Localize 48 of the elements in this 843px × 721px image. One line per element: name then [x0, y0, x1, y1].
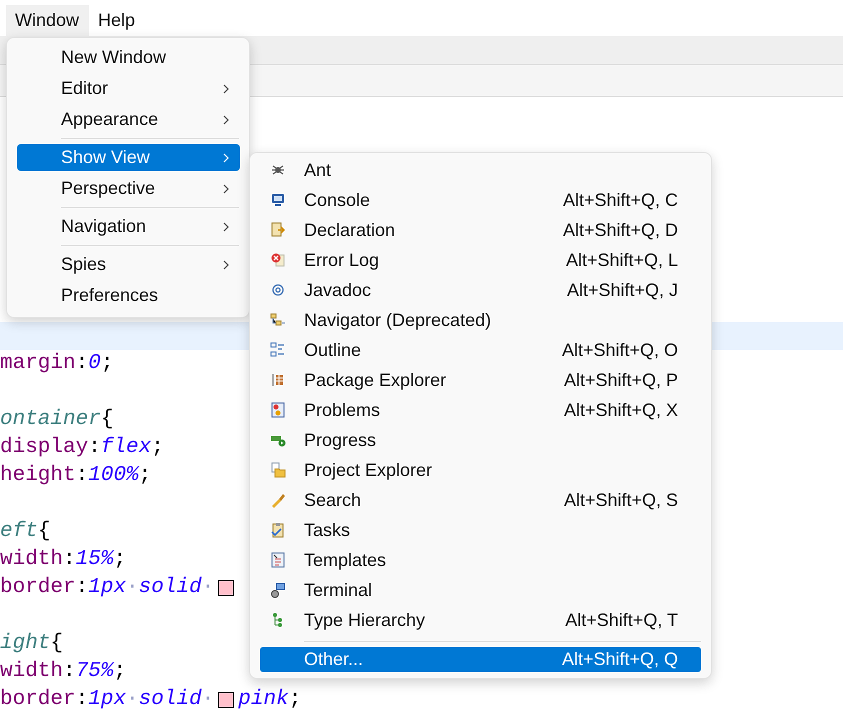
menu-item[interactable]: Templates: [250, 545, 711, 575]
menu-item[interactable]: Declaration Alt+Shift+Q, D: [250, 215, 711, 245]
menu-bar-item[interactable]: Help: [89, 5, 146, 36]
menu-item[interactable]: Navigator (Deprecated): [250, 305, 711, 335]
menu-item[interactable]: Perspective: [17, 175, 240, 202]
monitor-icon: [270, 192, 286, 208]
folder-icon: [270, 462, 286, 478]
menu-item[interactable]: Type Hierarchy Alt+Shift+Q, T: [250, 605, 711, 635]
problems-icon: [270, 402, 286, 418]
menu-item[interactable]: Search Alt+Shift+Q, S: [250, 485, 711, 515]
code-line: width:75%;: [0, 659, 126, 685]
menu-item[interactable]: Tasks: [250, 515, 711, 545]
code-line: ight{: [0, 631, 64, 657]
menu-item[interactable]: Show View: [17, 144, 240, 171]
code-line: width:15%;: [0, 547, 126, 573]
menu-item[interactable]: Preferences: [17, 282, 240, 309]
outline-icon: [270, 342, 286, 358]
menu-item[interactable]: Spies: [17, 251, 240, 278]
document-arrow-icon: [270, 222, 286, 238]
menu-item[interactable]: Problems Alt+Shift+Q, X: [250, 395, 711, 425]
code-line: eft{: [0, 519, 50, 545]
clipboard-icon: [270, 522, 286, 538]
menu-item[interactable]: Console Alt+Shift+Q, C: [250, 185, 711, 215]
code-line: margin:0;: [0, 351, 114, 377]
menu-item[interactable]: Package Explorer Alt+Shift+Q, P: [250, 365, 711, 395]
menu-item[interactable]: Other... Alt+Shift+Q, Q: [260, 647, 701, 672]
menu-item[interactable]: Javadoc Alt+Shift+Q, J: [250, 275, 711, 305]
code-line: height:100%;: [0, 463, 152, 489]
terminal-icon: [270, 582, 286, 598]
menu-item[interactable]: Appearance: [17, 106, 240, 133]
code-line: border:1px·solid·: [0, 574, 238, 602]
package-icon: [270, 372, 286, 388]
menu-item[interactable]: Ant: [250, 155, 711, 185]
tree-icon: [270, 312, 286, 328]
menu-item[interactable]: Navigation: [17, 213, 240, 240]
menu-item[interactable]: Error Log Alt+Shift+Q, L: [250, 245, 711, 275]
code-line: ontainer{: [0, 407, 114, 433]
menu-item[interactable]: Project Explorer: [250, 455, 711, 485]
menu-bar-item[interactable]: Window: [6, 5, 90, 36]
menu-item[interactable]: Editor: [17, 75, 240, 102]
template-icon: [270, 552, 286, 568]
code-line: display:flex;: [0, 435, 164, 461]
menu-item[interactable]: Outline Alt+Shift+Q, O: [250, 335, 711, 365]
menu-item[interactable]: Terminal: [250, 575, 711, 605]
error-icon: [270, 252, 286, 268]
menu-item[interactable]: Progress: [250, 425, 711, 455]
code-line: border:1px·solid· pink;: [0, 687, 302, 713]
menu-item[interactable]: New Window: [17, 44, 240, 71]
